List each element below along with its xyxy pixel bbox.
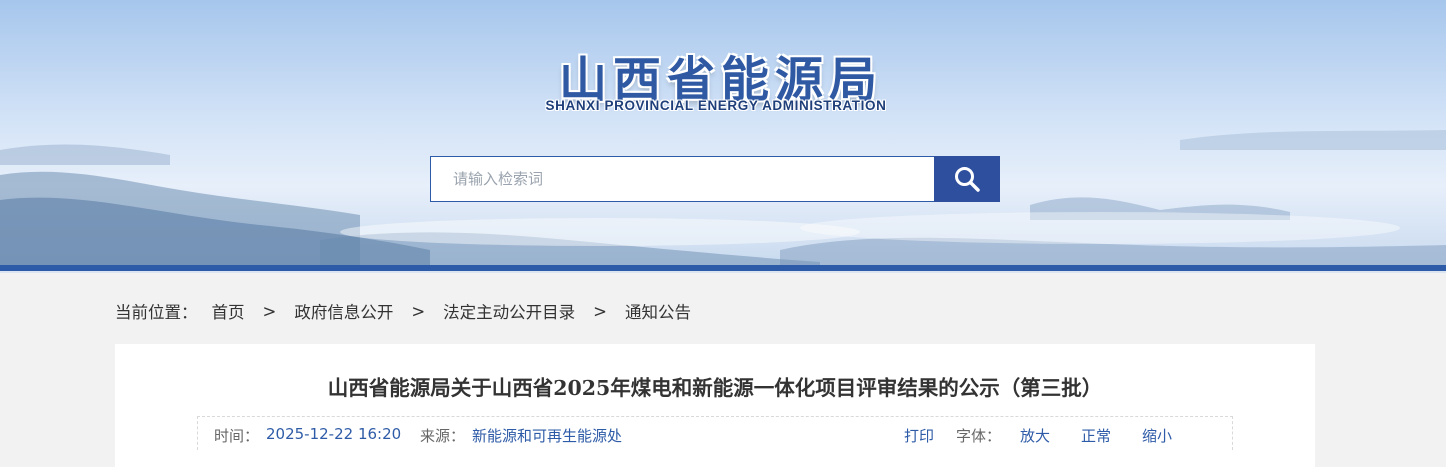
breadcrumb-label: 当前位置： (115, 303, 198, 322)
site-title-en: SHANXI PROVINCIAL ENERGY ADMINISTRATION (545, 98, 887, 113)
publish-time: 2025-12-22 16:20 (266, 425, 402, 443)
header-divider-light (0, 271, 1446, 273)
article-meta: 时间： 2025-12-22 16:20 来源： 新能源和可再生能源处 打印 字… (197, 416, 1233, 450)
site-title-cn: 山西省能源局 (558, 52, 883, 108)
breadcrumb-separator: > (411, 301, 426, 321)
time-label: 时间： (214, 427, 260, 445)
font-normal-link[interactable]: 正常 (1081, 425, 1111, 446)
breadcrumb-separator: > (262, 301, 277, 321)
font-small-link[interactable]: 缩小 (1142, 425, 1172, 446)
breadcrumb-separator: > (593, 301, 607, 321)
breadcrumb-gov-info[interactable]: 政府信息公开 (294, 299, 393, 323)
breadcrumb-home[interactable]: 首页 (212, 299, 245, 323)
search-button[interactable] (934, 156, 1000, 202)
header-banner: 山西省能源局 SHANXI PROVINCIAL ENERGY ADMINIST… (0, 0, 1446, 266)
source-label: 来源： (420, 427, 466, 445)
print-link[interactable]: 打印 (904, 425, 934, 446)
source-value: 新能源和可再生能源处 (472, 427, 623, 445)
article-card: 山西省能源局关于山西省2025年煤电和新能源一体化项目评审结果的公示（第三批） … (115, 344, 1315, 467)
breadcrumb-catalog[interactable]: 法定主动公开目录 (443, 299, 575, 323)
search-input[interactable] (430, 156, 935, 202)
font-size-label: 字体： (956, 427, 1002, 445)
article-title: 山西省能源局关于山西省2025年煤电和新能源一体化项目评审结果的公示（第三批） (327, 376, 1103, 400)
breadcrumb-notices[interactable]: 通知公告 (625, 299, 691, 323)
search-icon (955, 167, 980, 192)
font-large-link[interactable]: 放大 (1020, 425, 1050, 446)
breadcrumb: 当前位置： 首页 > 政府信息公开 > 法定主动公开目录 > 通知公告 (115, 298, 691, 324)
